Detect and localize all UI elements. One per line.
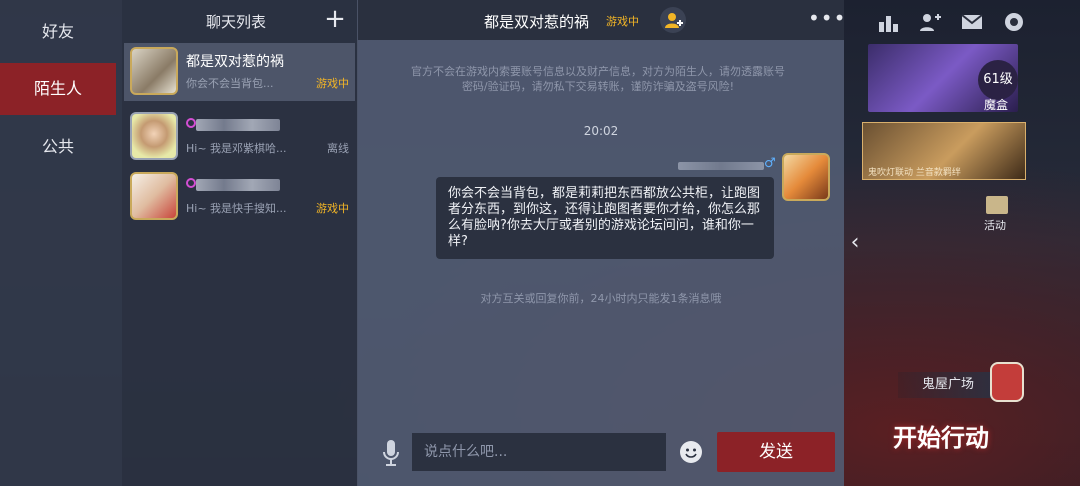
status-badge: 游戏中 xyxy=(316,202,349,215)
message-timestamp: 20:02 xyxy=(583,124,619,138)
tab-public[interactable]: 公共 xyxy=(0,121,116,173)
chat-pane: 都是双对惹的祸 游戏中 ••• 官方不会在游戏内索要账号信息以及财产信息，对方为… xyxy=(358,0,846,486)
avatar xyxy=(130,47,178,95)
tab-friends[interactable]: 好友 xyxy=(0,6,116,58)
activity-label: 活动 xyxy=(984,219,1006,232)
game-side-panel: 61级 魔盒 鬼吹灯联动 兰音款羁绊 活动 ‹ 鬼屋广场 开始行动 xyxy=(844,0,1080,486)
person-add-icon[interactable] xyxy=(660,7,686,33)
conversation-name: 都是双对惹的祸 xyxy=(186,54,284,70)
chat-list-header: 聊天列表 + xyxy=(122,0,357,40)
more-icon[interactable]: ••• xyxy=(808,8,846,28)
mail-icon[interactable] xyxy=(960,10,984,34)
chat-title: 都是双对惹的祸 xyxy=(484,13,590,31)
conversation-preview: Hi~ 我是邓紫棋哈... xyxy=(186,142,287,155)
conversation-preview: Hi~ 我是快手搜知... xyxy=(186,202,287,215)
avatar xyxy=(130,112,178,160)
send-button[interactable]: 发送 xyxy=(717,432,835,472)
microphone-icon[interactable] xyxy=(382,438,400,468)
list-item[interactable]: 都是双对惹的祸 你会不会当背包... 游戏中 xyxy=(124,43,355,101)
top-icon-bar xyxy=(870,8,1080,38)
level-badge: 61级 xyxy=(978,60,1018,100)
message-input-bar: 发送 xyxy=(358,428,844,486)
status-badge: 游戏中 xyxy=(316,77,349,90)
emoji-icon[interactable] xyxy=(680,441,702,463)
ghost-house-banner[interactable]: 鬼屋广场 xyxy=(898,372,998,398)
security-notice: 官方不会在游戏内索要账号信息以及财产信息，对方为陌生人，请勿透露账号密码/验证码… xyxy=(411,65,785,93)
event-promo-caption: 鬼吹灯联动 兰音款羁绊 xyxy=(868,168,961,178)
blurred-name xyxy=(678,162,764,170)
chat-list-panel: 聊天列表 + 都是双对惹的祸 你会不会当背包... 游戏中 Hi~ 我是邓紫棋哈… xyxy=(122,0,358,486)
start-action-button[interactable]: 开始行动 xyxy=(856,414,1026,462)
list-item[interactable]: Hi~ 我是快手搜知... 游戏中 xyxy=(124,168,355,226)
chevron-left-icon[interactable]: ‹ xyxy=(844,228,866,258)
ranking-icon[interactable] xyxy=(876,10,900,34)
avatar xyxy=(130,172,178,220)
activity-icon[interactable] xyxy=(986,196,1008,214)
gender-icon xyxy=(186,118,196,128)
male-icon: ♂ xyxy=(764,156,776,171)
chat-status-badge: 游戏中 xyxy=(606,15,639,28)
magic-box-label: 魔盒 xyxy=(984,98,1009,112)
avatar xyxy=(782,153,830,201)
tab-strangers[interactable]: 陌生人 xyxy=(0,63,116,115)
list-item[interactable]: Hi~ 我是邓紫棋哈... 离线 xyxy=(124,108,355,166)
chat-list-title: 聊天列表 xyxy=(206,13,267,31)
gender-icon xyxy=(186,178,196,188)
system-hint: 对方互关或回复你前，24小时内只能发1条消息哦 xyxy=(480,292,722,305)
chat-header: 都是双对惹的祸 游戏中 ••• xyxy=(358,0,846,40)
plus-icon[interactable]: + xyxy=(322,6,348,32)
add-friend-icon[interactable] xyxy=(918,10,942,34)
message-bubble: 你会不会当背包，都是莉莉把东西都放公共柜，让跑图者分东西，到你这，还得让跑图者要… xyxy=(436,177,774,259)
status-badge: 离线 xyxy=(327,142,349,155)
blurred-name xyxy=(196,179,280,191)
ghost-house-icon[interactable] xyxy=(990,362,1024,402)
message-input[interactable] xyxy=(412,433,666,471)
category-sidebar: 好友 陌生人 公共 xyxy=(0,0,122,486)
gear-icon[interactable] xyxy=(1002,10,1026,34)
blurred-name xyxy=(196,119,280,131)
conversation-preview: 你会不会当背包... xyxy=(186,77,274,90)
